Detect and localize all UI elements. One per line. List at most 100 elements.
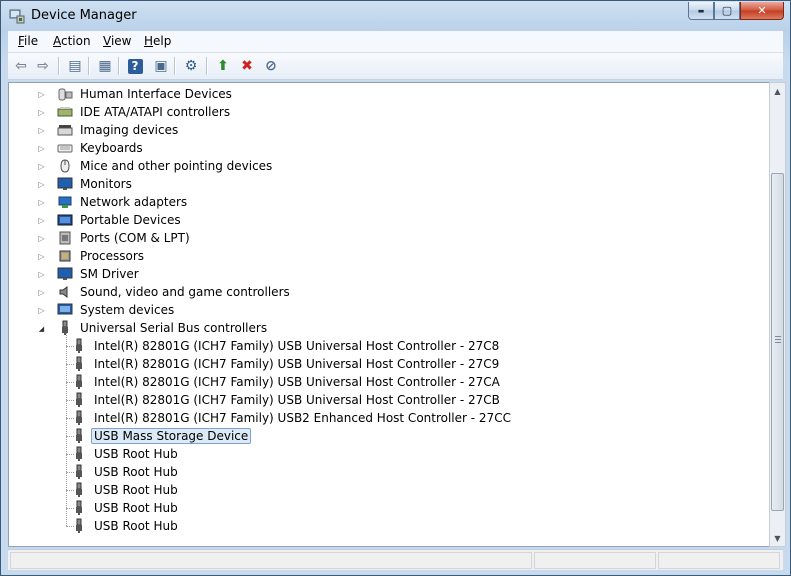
expand-arrow-icon[interactable]: ▷ [37, 198, 46, 207]
tree-category-row[interactable]: ▷ Portable Devices [38, 211, 184, 229]
expand-arrow-icon[interactable]: ▷ [37, 216, 46, 225]
tree-device-label: USB Root Hub [94, 519, 178, 533]
vertical-scrollbar[interactable]: ▲ ▼ [769, 82, 786, 547]
tree-category-label: Processors [80, 249, 145, 263]
tree-category-row[interactable]: ▷ Processors [38, 247, 147, 265]
tree-device-label: USB Root Hub [94, 483, 178, 497]
minimize-button[interactable]: ▬ [688, 2, 714, 20]
console-tree-icon: ▤ [68, 58, 82, 74]
menu-file[interactable]: File [18, 34, 38, 48]
scrollbar-thumb[interactable] [771, 173, 784, 511]
usb-device-icon [76, 428, 82, 443]
usb-device-icon [76, 338, 82, 353]
tree-device-row[interactable]: USB Root Hub [71, 463, 181, 481]
expand-arrow-icon[interactable]: ▷ [37, 108, 46, 117]
scroll-up-arrow-icon[interactable]: ▲ [770, 83, 785, 99]
tree-category-row[interactable]: ▷ Monitors [38, 175, 135, 193]
device-tree[interactable]: ▷ Human Interface Devices ▷ IDE ATA/ATAPI c… [8, 82, 777, 547]
tree-device-row[interactable]: Intel(R) 82801G (ICH7 Family) USB Univer… [71, 337, 502, 355]
back-button[interactable]: ⇦ [12, 57, 30, 75]
tree-device-row[interactable]: USB Mass Storage Device [71, 427, 252, 445]
usb-device-icon [76, 518, 82, 533]
properties-icon: ▦ [98, 58, 112, 74]
tree-category-label: Mice and other pointing devices [80, 159, 273, 173]
update-driver-icon: ⬆ [217, 58, 229, 74]
tree-device-row[interactable]: Intel(R) 82801G (ICH7 Family) USB Univer… [71, 373, 503, 391]
usb-device-icon [76, 392, 82, 407]
tree-device-label: USB Root Hub [94, 447, 178, 461]
help-icon: ? [127, 58, 143, 74]
system-device-icon [57, 303, 73, 315]
expand-arrow-icon[interactable]: ▷ [37, 234, 46, 243]
scroll-down-arrow-icon[interactable]: ▼ [770, 530, 785, 546]
expand-arrow-icon[interactable]: ▷ [37, 252, 46, 261]
maximize-button[interactable]: ▢ [714, 2, 740, 20]
tree-device-label: Intel(R) 82801G (ICH7 Family) USB Univer… [94, 339, 500, 353]
status-panel-tertiary [658, 552, 780, 569]
expand-arrow-icon[interactable]: ▷ [37, 162, 46, 171]
tree-device-row[interactable]: USB Root Hub [71, 445, 181, 463]
usb-device-icon [76, 482, 82, 497]
tree-device-row[interactable]: USB Root Hub [71, 481, 181, 499]
show-hide-pane-button[interactable]: ▣ [152, 57, 170, 75]
tree-category-row[interactable]: ▷ Network adapters [38, 193, 190, 211]
menu-action[interactable]: Action [53, 34, 91, 48]
tree-category-row[interactable]: ▷ Ports (COM & LPT) [38, 229, 193, 247]
network-adapter-icon [58, 196, 72, 208]
tree-category-label: Sound, video and game controllers [80, 285, 290, 299]
expand-arrow-icon[interactable]: ▷ [37, 306, 46, 315]
tree-device-row[interactable]: Intel(R) 82801G (ICH7 Family) USB Univer… [71, 391, 503, 409]
uninstall-button[interactable]: ✖ [238, 57, 256, 75]
toolbar-separator [58, 57, 60, 75]
tree-category-label: IDE ATA/ATAPI controllers [80, 105, 231, 119]
disable-button[interactable]: ⊘ [262, 57, 280, 75]
tree-category-row[interactable]: ▷ IDE ATA/ATAPI controllers [38, 103, 233, 121]
caption-buttons: ▬ ▢ ✕ [688, 2, 784, 20]
tree-category-label: SM Driver [80, 267, 139, 281]
expand-arrow-icon[interactable]: ▷ [37, 180, 46, 189]
console-tree-button[interactable]: ▤ [66, 57, 84, 75]
tree-device-row[interactable]: USB Root Hub [71, 499, 181, 517]
tree-category-row[interactable]: ▷ Human Interface Devices [38, 85, 235, 103]
tree-category-row[interactable]: ▷ Sound, video and game controllers [38, 283, 293, 301]
close-icon: ✕ [757, 4, 767, 17]
port-icon [59, 231, 71, 245]
tree-category-label: Network adapters [80, 195, 188, 209]
expand-arrow-icon[interactable]: ▷ [37, 288, 46, 297]
help-button[interactable]: ? [126, 57, 144, 75]
close-button[interactable]: ✕ [740, 2, 784, 20]
keyboard-icon [57, 144, 73, 153]
tree-device-label: Intel(R) 82801G (ICH7 Family) USB Univer… [94, 357, 500, 371]
menu-help[interactable]: Help [144, 34, 171, 48]
tree-device-row[interactable]: Intel(R) 82801G (ICH7 Family) USB Univer… [71, 355, 502, 373]
expand-arrow-icon[interactable]: ▷ [37, 144, 46, 153]
scan-hardware-icon: ⚙ [184, 58, 198, 74]
update-driver-button[interactable]: ⬆ [214, 57, 232, 75]
speaker-icon [59, 286, 68, 298]
tree-category-row[interactable]: ▷ Imaging devices [38, 121, 181, 139]
window-title: Device Manager [31, 8, 137, 23]
tree-device-row[interactable]: USB Root Hub [71, 517, 181, 535]
tree-category-row[interactable]: ◢ Universal Serial Bus controllers [39, 319, 270, 337]
tree-category-row[interactable]: ▷ SM Driver [38, 265, 142, 283]
collapse-arrow-icon[interactable]: ◢ [37, 324, 46, 333]
uninstall-icon: ✖ [241, 58, 253, 74]
expand-arrow-icon[interactable]: ▷ [37, 270, 46, 279]
menu-view[interactable]: View [103, 34, 131, 48]
tree-category-row[interactable]: ▷ Keyboards [38, 139, 146, 157]
tree-category-label: Monitors [80, 177, 132, 191]
properties-button[interactable]: ▦ [96, 57, 114, 75]
title-bar[interactable]: Device Manager ▬ ▢ ✕ [1, 1, 790, 31]
tree-category-label: Portable Devices [80, 213, 181, 227]
mouse-icon [60, 159, 70, 173]
tree-device-row[interactable]: Intel(R) 82801G (ICH7 Family) USB2 Enhan… [71, 409, 514, 427]
back-icon: ⇦ [15, 58, 27, 74]
tree-category-row[interactable]: ▷ Mice and other pointing devices [38, 157, 275, 175]
tree-category-row[interactable]: ▷ System devices [38, 301, 177, 319]
device-manager-app-icon [9, 9, 25, 24]
expand-arrow-icon[interactable]: ▷ [37, 90, 46, 99]
expand-arrow-icon[interactable]: ▷ [37, 126, 46, 135]
maximize-icon: ▢ [721, 4, 733, 17]
forward-button[interactable]: ⇨ [34, 57, 52, 75]
scan-hardware-button[interactable]: ⚙ [182, 57, 200, 75]
